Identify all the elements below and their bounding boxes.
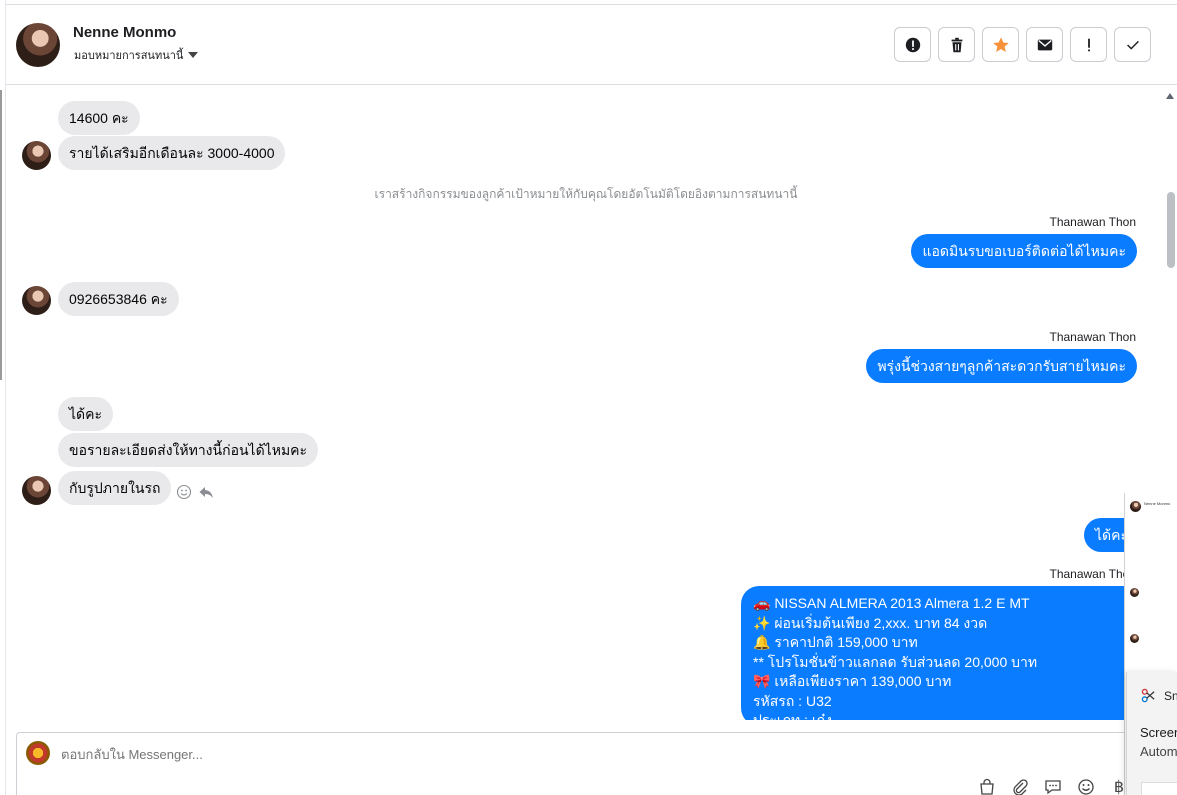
star-button[interactable] <box>982 27 1019 62</box>
mark-done-button[interactable] <box>1114 27 1151 62</box>
alert-circle-icon <box>905 37 920 52</box>
scrollbar-thumb[interactable] <box>1167 192 1175 268</box>
baht-icon: ฿ <box>1113 779 1125 795</box>
listing-line: 🚗 NISSAN ALMERA 2013 Almera 1.2 E MT <box>753 595 1030 611</box>
emoji-react-icon[interactable] <box>176 484 192 500</box>
reply-composer: ฿ <box>16 732 1166 795</box>
page-avatar <box>26 741 50 765</box>
emoji-button[interactable] <box>1076 777 1096 795</box>
screenshot-title: Screen <box>1140 725 1177 740</box>
contact-name[interactable]: Nenne Monmo <box>73 24 176 41</box>
attach-button[interactable] <box>1010 777 1030 795</box>
composer-toolbar: ฿ <box>977 777 1129 795</box>
check-icon <box>1126 40 1139 50</box>
left-scrollbar[interactable] <box>0 90 2 380</box>
sender-name: Thanawan Thon <box>1049 215 1136 229</box>
reply-input[interactable] <box>61 747 761 762</box>
contact-avatar-small <box>22 476 51 505</box>
contact-avatar[interactable] <box>16 23 60 67</box>
listing-line: 🎀 เหลือเพียงราคา 139,000 บาท <box>753 673 952 689</box>
delete-button[interactable] <box>938 27 975 62</box>
listing-line: ✨ ผ่อนเริ่มต้นเพียง 2,xxx. บาท 84 งวด <box>753 614 988 631</box>
incoming-message[interactable]: ได้คะ <box>58 397 114 431</box>
scroll-up-arrow-icon[interactable] <box>1166 93 1174 99</box>
mini-contact-name: Nenne Monmo <box>1144 501 1171 506</box>
popup-thumbnail[interactable] <box>1141 782 1177 795</box>
listing-line: ประเภท : เก๋ง <box>753 712 832 720</box>
contact-avatar-small <box>22 286 51 315</box>
screenshot-subtitle: Autom <box>1140 744 1177 759</box>
incoming-message[interactable]: รายได้เสริมอีกเดือนละ 3000-4000 <box>58 136 286 170</box>
mark-unread-button[interactable] <box>1026 27 1063 62</box>
emoji-icon <box>1078 779 1094 795</box>
snipping-tool-popup[interactable]: Sn Screen Autom <box>1126 672 1177 795</box>
incoming-message[interactable]: ขอรายละเอียดส่งให้ทางนี้ก่อนได้ไหมคะ <box>58 433 319 467</box>
listing-line: 🔔 ราคาปกติ 159,000 บาท <box>753 634 918 650</box>
header-actions <box>894 27 1151 62</box>
incoming-message[interactable]: กับรูปภายในรถ <box>58 471 172 505</box>
mini-avatar <box>1130 501 1141 512</box>
mini-avatar <box>1130 588 1139 597</box>
outgoing-message[interactable]: แอดมินรบขอเบอร์ติดต่อได้ไหมคะ <box>911 234 1137 268</box>
shopping-bag-icon <box>980 778 994 795</box>
assign-conversation-dropdown[interactable]: มอบหมายการสนทนานี้ <box>74 46 199 64</box>
message-actions <box>176 484 214 500</box>
shop-bag-button[interactable] <box>977 777 997 795</box>
system-note: เราสร้างกิจกรรมของลูกค้าเป้าหมายให้กับคุ… <box>374 187 798 201</box>
mini-avatar <box>1130 634 1139 643</box>
reply-icon[interactable] <box>198 484 214 500</box>
contact-avatar-small <box>22 141 51 170</box>
assign-label: มอบหมายการสนทนานี้ <box>74 50 184 62</box>
exclamation-icon <box>1087 38 1090 51</box>
snipping-tool-icon <box>1141 688 1155 703</box>
outgoing-message[interactable]: พรุ่งนี้ช่วงสายๆลูกค้าสะดวกรับสายไหมคะ <box>866 349 1137 383</box>
chat-bubble-icon <box>1045 780 1061 795</box>
listing-line: ** โปรโมชั่นข้าวแลกลด รับส่วนลด 20,000 บ… <box>753 653 1038 670</box>
incoming-message[interactable]: 14600 คะ <box>58 101 140 135</box>
snipping-tool-label: Sn <box>1164 689 1177 703</box>
star-icon <box>992 36 1009 52</box>
conversation-header: Nenne Monmo มอบหมายการสนทนานี้ <box>6 5 1177 85</box>
report-spam-button[interactable] <box>894 27 931 62</box>
envelope-icon <box>1037 39 1052 50</box>
message-thread[interactable]: 14600 คะ รายได้เสริมอีกเดือนละ 3000-4000… <box>6 86 1166 720</box>
saved-replies-button[interactable] <box>1043 777 1063 795</box>
trash-icon <box>951 37 962 52</box>
follow-up-button[interactable] <box>1070 27 1107 62</box>
paperclip-icon <box>1013 779 1028 795</box>
caret-down-icon <box>188 52 199 58</box>
messenger-inbox-window: Nenne Monmo มอบหมายการสนทนานี้ 14600 คะ … <box>0 0 1177 795</box>
incoming-message[interactable]: 0926653846 คะ <box>58 282 179 316</box>
listing-line: รหัสรถ : U32 <box>753 692 832 709</box>
car-listing-message[interactable]: 🚗 NISSAN ALMERA 2013 Almera 1.2 E MT ✨ ผ… <box>741 586 1141 720</box>
sender-name: Thanawan Thon <box>1049 330 1136 344</box>
